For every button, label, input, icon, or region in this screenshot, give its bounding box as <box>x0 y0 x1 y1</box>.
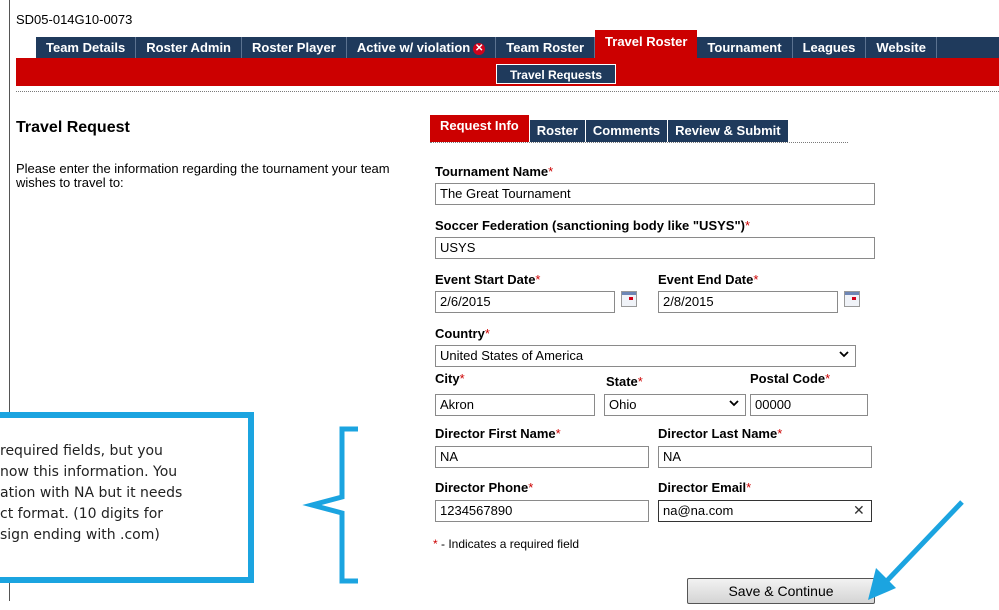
tab-roster-player[interactable]: Roster Player <box>242 37 347 58</box>
required-mark: * <box>637 374 643 389</box>
label-text: Country <box>435 326 485 341</box>
country-value: United States of America <box>440 348 584 363</box>
label-text: City <box>435 371 460 386</box>
country-select[interactable]: United States of America <box>435 345 856 367</box>
city-input[interactable]: Akron <box>435 394 595 416</box>
tab-roster[interactable]: Roster <box>529 120 586 142</box>
tournament-name-input[interactable]: The Great Tournament <box>435 183 875 205</box>
calendar-icon[interactable] <box>844 291 860 307</box>
label-text: Tournament Name <box>435 164 549 179</box>
tab-active-violation-label: Active w/ violation <box>356 40 471 55</box>
violation-x-icon: ✕ <box>473 42 486 55</box>
label-text: Event End Date <box>658 272 754 287</box>
start-date-input[interactable]: 2/6/2015 <box>435 291 615 313</box>
end-date-input[interactable]: 2/8/2015 <box>658 291 838 313</box>
top-tabs: Team Details Roster Admin Roster Player … <box>36 30 937 58</box>
label-text: Soccer Federation (sanctioning body like… <box>435 218 745 233</box>
tab-travel-roster[interactable]: Travel Roster <box>595 30 698 58</box>
director-first-name-input[interactable]: NA <box>435 446 649 468</box>
end-date-label: Event End Date* <box>658 272 758 287</box>
tournament-name-label: Tournament Name* <box>435 164 553 179</box>
tab-website[interactable]: Website <box>866 37 937 58</box>
chevron-down-icon <box>839 351 849 358</box>
director-last-name-label: Director Last Name* <box>658 426 782 441</box>
required-mark: * <box>459 371 465 386</box>
page-title: Travel Request <box>16 119 130 136</box>
label-text: Postal Code <box>750 371 826 386</box>
federation-label: Soccer Federation (sanctioning body like… <box>435 218 750 233</box>
required-mark: * <box>825 371 831 386</box>
required-mark: * <box>548 164 554 179</box>
subtab-travel-requests[interactable]: Travel Requests <box>496 64 616 84</box>
label-text: Event Start Date <box>435 272 536 287</box>
request-tabs: Request Info Roster Comments Review & Su… <box>430 114 789 142</box>
chevron-down-icon <box>729 400 739 407</box>
required-mark: * <box>746 480 752 495</box>
state-select[interactable]: Ohio <box>604 394 746 416</box>
annotation-line: required fields, but you <box>0 443 163 459</box>
director-email-label: Director Email* <box>658 480 751 495</box>
annotation-line: sign ending with .com) <box>0 527 160 543</box>
director-phone-input[interactable]: 1234567890 <box>435 500 649 522</box>
annotation-line: now this information. You <box>0 464 178 480</box>
required-mark: * <box>535 272 541 287</box>
federation-input[interactable]: USYS <box>435 237 875 259</box>
start-date-label: Event Start Date* <box>435 272 540 287</box>
state-value: Ohio <box>609 397 637 412</box>
label-text: Director First Name <box>435 426 556 441</box>
tab-request-info[interactable]: Request Info <box>430 115 530 142</box>
divider <box>430 142 848 143</box>
required-mark: * <box>744 218 751 233</box>
calendar-icon[interactable] <box>621 291 637 307</box>
required-note-text: - Indicates a required field <box>437 537 580 551</box>
state-label: State* <box>606 374 643 389</box>
tab-comments[interactable]: Comments <box>585 120 669 142</box>
postal-code-input[interactable]: 00000 <box>750 394 868 416</box>
required-note: * - Indicates a required field <box>433 537 579 551</box>
tab-active-violation[interactable]: Active w/ violation ✕ <box>346 37 497 58</box>
divider <box>16 91 999 92</box>
director-phone-label: Director Phone* <box>435 480 533 495</box>
director-last-name-input[interactable]: NA <box>658 446 872 468</box>
save-continue-button[interactable]: Save & Continue <box>687 578 875 604</box>
tab-team-details[interactable]: Team Details <box>36 37 137 58</box>
tab-leagues[interactable]: Leagues <box>792 37 867 58</box>
label-text: Director Last Name <box>658 426 778 441</box>
director-first-name-label: Director First Name* <box>435 426 561 441</box>
director-email-input[interactable]: na@na.com <box>658 500 872 522</box>
required-mark: * <box>484 326 490 341</box>
team-id: SD05-014G10-0073 <box>16 12 133 27</box>
city-label: City* <box>435 371 465 386</box>
tab-roster-admin[interactable]: Roster Admin <box>136 37 242 58</box>
label-text: State <box>606 374 638 389</box>
required-mark: * <box>528 480 534 495</box>
tab-team-roster[interactable]: Team Roster <box>496 37 596 58</box>
annotation-line: ct format. (10 digits for <box>0 506 164 522</box>
tab-tournament[interactable]: Tournament <box>697 37 793 58</box>
curly-brace-icon <box>302 426 358 584</box>
pointer-arrow-icon <box>868 500 964 600</box>
intro-text: Please enter the information regarding t… <box>16 161 390 190</box>
postal-code-label: Postal Code* <box>750 371 830 386</box>
required-mark: * <box>753 272 759 287</box>
label-text: Director Email <box>658 480 747 495</box>
label-text: Director Phone <box>435 480 529 495</box>
tab-review-submit[interactable]: Review & Submit <box>668 120 789 142</box>
country-label: Country* <box>435 326 490 341</box>
required-mark: * <box>777 426 783 441</box>
required-mark: * <box>555 426 561 441</box>
annotation-text: required fields, but you now this inform… <box>0 441 250 546</box>
annotation-line: ation with NA but it needs <box>0 485 183 501</box>
